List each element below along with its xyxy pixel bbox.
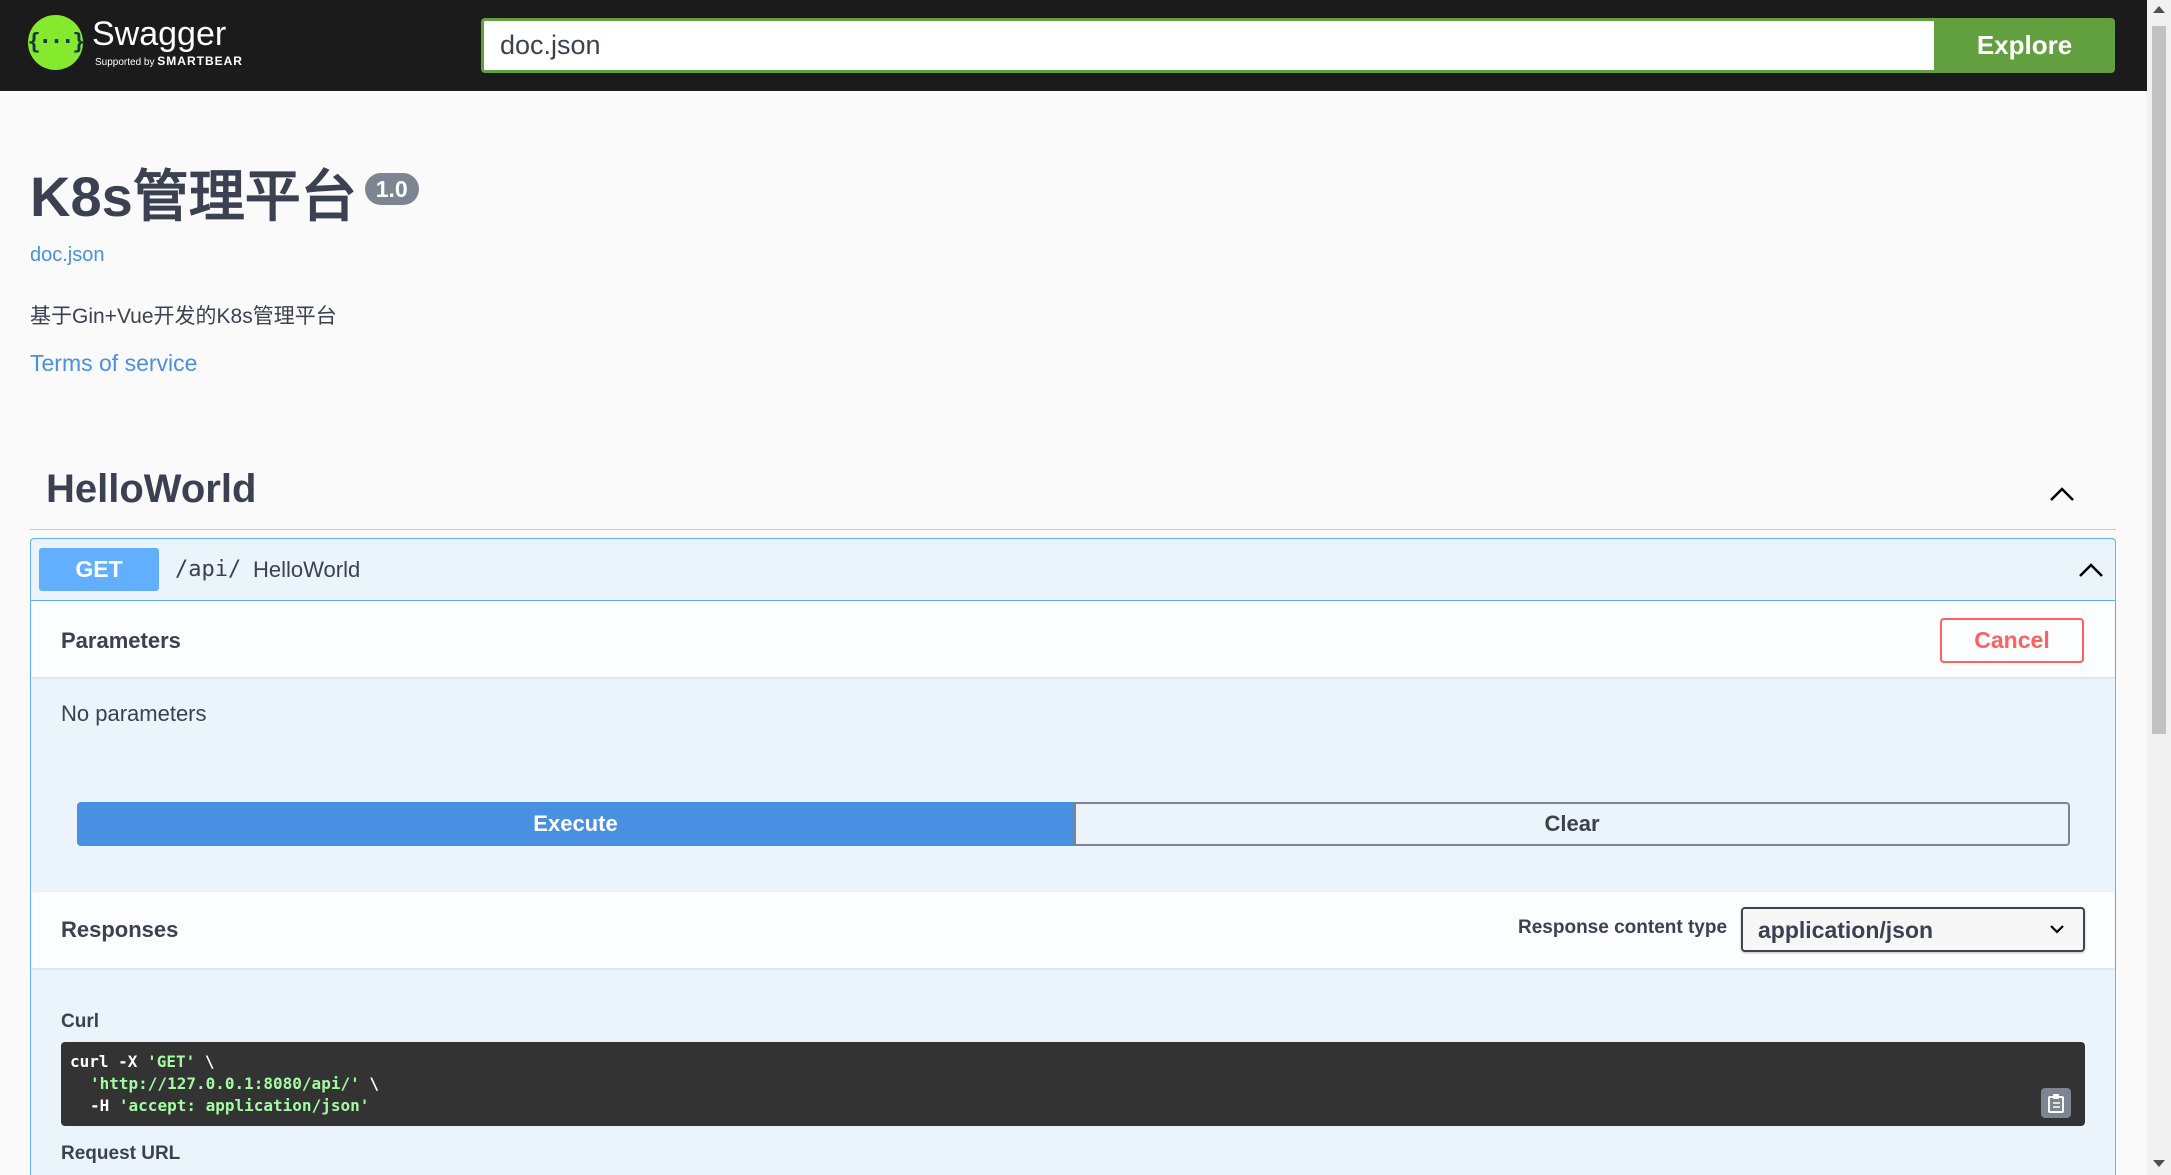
scroll-down-arrow-icon[interactable] <box>2153 1160 2165 1167</box>
response-content-type-select[interactable]: application/json <box>1741 907 2085 952</box>
curl-cmd: curl -X <box>70 1052 148 1071</box>
curl-label: Curl <box>61 1011 99 1032</box>
operation-block: GET /api/ HelloWorld Parameters Cancel N… <box>30 538 2116 1175</box>
clear-button[interactable]: Clear <box>1074 802 2070 846</box>
version-badge: 1.0 <box>364 173 419 205</box>
no-parameters-text: No parameters <box>61 701 207 726</box>
spec-url-input[interactable] <box>481 18 1934 73</box>
explore-button[interactable]: Explore <box>1934 18 2115 73</box>
curl-continuation: \ <box>195 1052 215 1071</box>
curl-continuation: \ <box>359 1074 379 1093</box>
parameters-title: Parameters <box>61 628 181 653</box>
logo-title: Swagger <box>92 15 227 53</box>
content-type-value: application/json <box>1758 917 1934 943</box>
responses-title: Responses <box>61 917 179 942</box>
swagger-logo-icon: {···} <box>27 15 86 70</box>
scrollbar-thumb[interactable] <box>2152 26 2166 734</box>
operation-summary-text: HelloWorld <box>253 557 361 582</box>
terms-of-service-link[interactable]: Terms of service <box>30 350 197 377</box>
cancel-button[interactable]: Cancel <box>1940 618 2084 663</box>
chevron-up-icon[interactable] <box>2078 557 2104 583</box>
tag-section-header[interactable]: HelloWorld <box>30 462 2116 530</box>
scroll-up-arrow-icon[interactable] <box>2153 6 2165 13</box>
curl-line-3: -H 'accept: application/json' <box>70 1095 2076 1117</box>
curl-header-flag: -H <box>90 1096 119 1115</box>
operation-summary[interactable]: GET /api/ HelloWorld <box>31 539 2115 601</box>
curl-method-string: 'GET' <box>147 1052 196 1071</box>
logo-brand-text: SMARTBEAR <box>157 54 243 68</box>
copy-clipboard-icon[interactable] <box>2041 1088 2071 1118</box>
chevron-up-icon[interactable] <box>2049 481 2075 507</box>
response-content-type-label: Response content type <box>1518 917 1728 938</box>
curl-line-1: curl -X 'GET' \ <box>70 1051 2076 1073</box>
spec-link[interactable]: doc.json <box>30 244 105 267</box>
parameters-header: Parameters Cancel <box>31 601 2115 677</box>
execute-button[interactable]: Execute <box>77 802 1074 846</box>
operation-path: /api/ <box>175 557 242 582</box>
api-title: K8s管理平台 <box>30 165 357 228</box>
logo-supported-text: Supported by <box>95 57 155 68</box>
chevron-down-icon <box>2050 925 2064 934</box>
curl-header-string: 'accept: application/json' <box>118 1096 370 1115</box>
vertical-scrollbar[interactable] <box>2147 0 2171 1175</box>
topbar: {···} Swagger Supported by SMARTBEAR Exp… <box>0 0 2147 91</box>
curl-line-2: 'http://127.0.0.1:8080/api/' \ <box>70 1073 2076 1095</box>
http-method-badge: GET <box>39 548 159 591</box>
api-title-block: K8s管理平台 1.0 <box>30 165 419 229</box>
logo-subtitle: Supported by SMARTBEAR <box>95 54 243 68</box>
swagger-logo[interactable]: {···} Swagger Supported by SMARTBEAR <box>27 15 243 70</box>
api-description: 基于Gin+Vue开发的K8s管理平台 <box>30 305 337 328</box>
curl-url-string: 'http://127.0.0.1:8080/api/' <box>90 1074 360 1093</box>
tag-name: HelloWorld <box>46 467 257 511</box>
logo-text: Swagger Supported by SMARTBEAR <box>92 17 243 68</box>
request-url-label: Request URL <box>61 1143 181 1164</box>
curl-code-block[interactable]: curl -X 'GET' \ 'http://127.0.0.1:8080/a… <box>61 1042 2085 1126</box>
